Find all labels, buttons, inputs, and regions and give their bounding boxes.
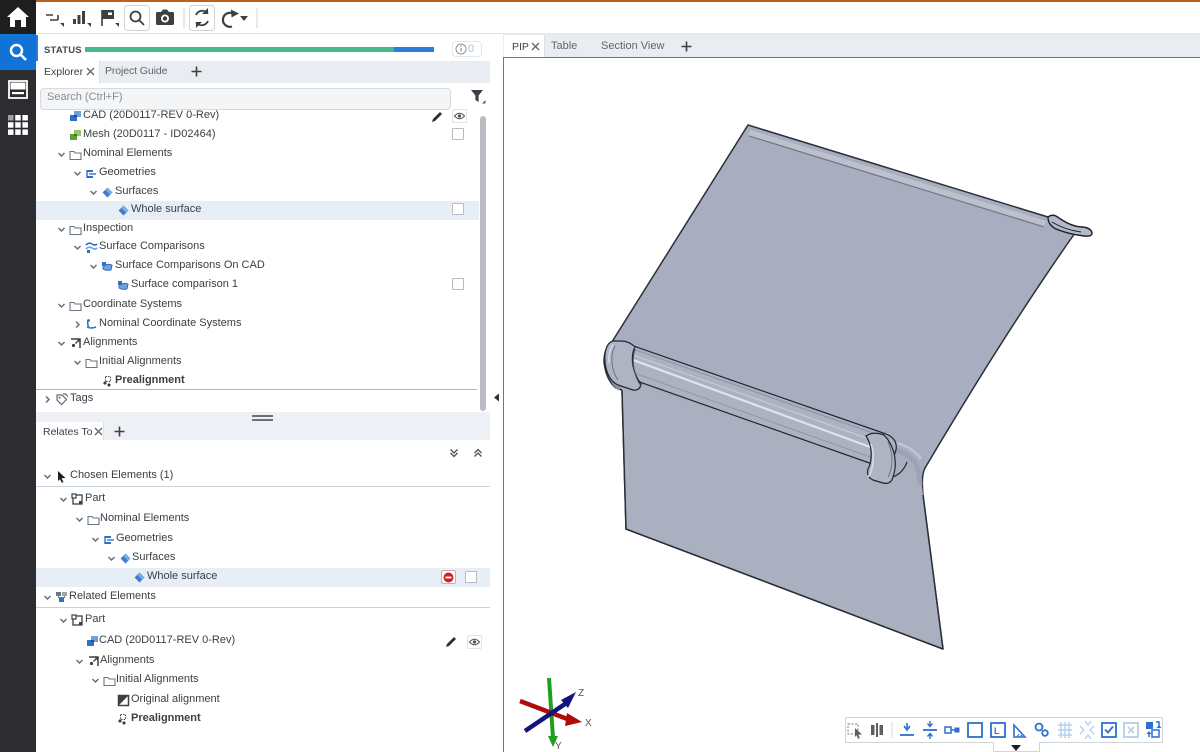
svg-text:X: X <box>585 718 592 729</box>
svg-text:Z: Z <box>578 688 584 699</box>
svg-text:Y: Y <box>555 741 562 752</box>
svg-text:L: L <box>994 726 1000 736</box>
